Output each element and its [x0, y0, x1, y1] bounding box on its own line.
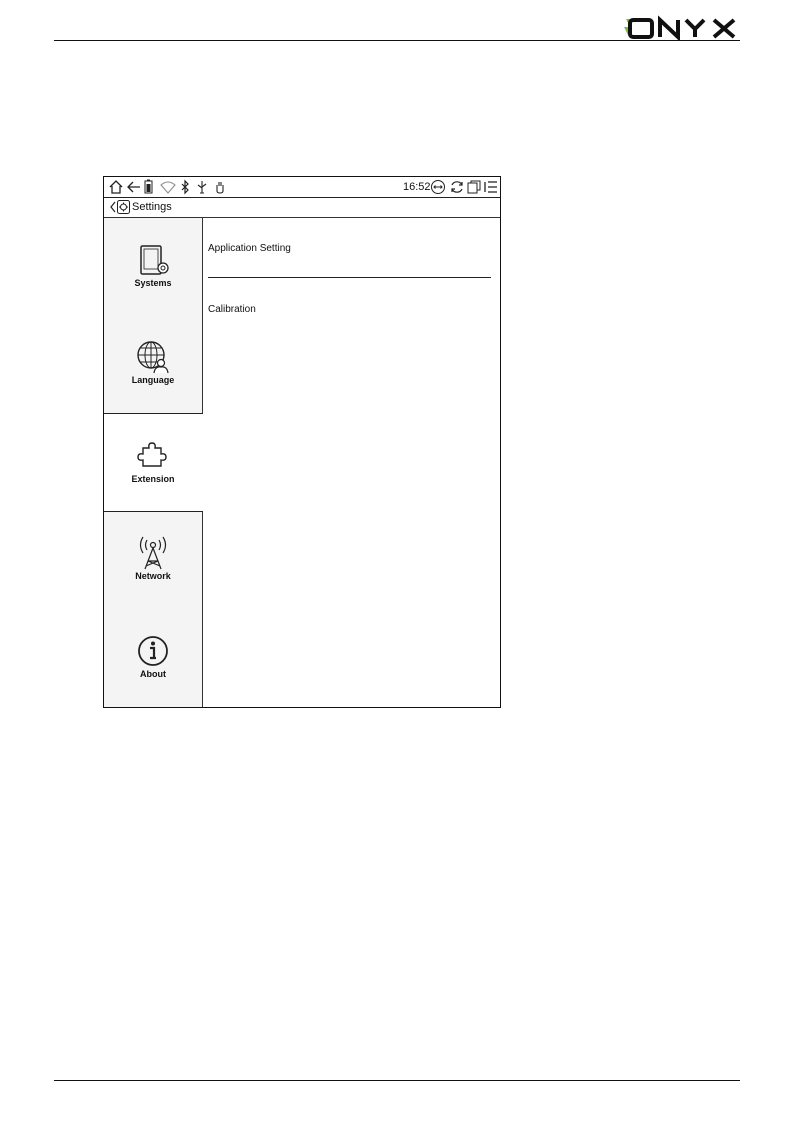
bluetooth-icon — [181, 179, 189, 195]
back-arrow-icon[interactable] — [126, 179, 142, 195]
sidebar-item-label: Extension — [131, 474, 175, 484]
extension-content: Application Setting Calibration — [203, 218, 500, 707]
sidebar-item-language[interactable]: Language — [104, 315, 202, 412]
sidebar-item-label: Network — [135, 571, 171, 581]
info-icon — [138, 636, 168, 666]
systems-icon — [140, 245, 169, 275]
header-rule — [54, 40, 740, 41]
sidebar-item-label: Language — [131, 375, 175, 385]
touch-icon — [216, 182, 224, 194]
sidebar-item-systems[interactable]: Systems — [104, 218, 202, 315]
wifi-icon — [160, 181, 176, 194]
sidebar-item-label: Systems — [134, 278, 172, 288]
device-screenshot: 16:52 Settings Systems Language Extensio… — [103, 176, 501, 708]
menu-icon[interactable] — [483, 179, 499, 195]
settings-app-icon[interactable] — [117, 200, 130, 214]
sidebar-item-network[interactable]: Network — [104, 511, 202, 608]
refresh-mode-icon[interactable] — [430, 179, 446, 195]
title-bar: Settings — [104, 197, 500, 218]
home-icon[interactable] — [108, 179, 124, 195]
application-setting-item[interactable]: Application Setting — [208, 243, 291, 254]
content-divider — [208, 277, 491, 278]
status-time: 16:52 — [403, 181, 431, 193]
battery-icon — [144, 179, 153, 194]
page-title: Settings — [132, 201, 172, 213]
sidebar-item-label: About — [140, 669, 166, 679]
multiwindow-icon[interactable] — [466, 179, 482, 195]
sync-icon[interactable] — [449, 179, 465, 195]
footer-rule — [54, 1080, 740, 1081]
sidebar-item-about[interactable]: About — [104, 609, 202, 706]
usb-icon — [197, 181, 207, 194]
calibration-item[interactable]: Calibration — [208, 304, 256, 315]
settings-sidebar: Systems Language Extension Network About — [104, 218, 203, 707]
puzzle-icon — [137, 442, 167, 467]
chevron-left-icon[interactable] — [110, 201, 116, 213]
globe-icon — [137, 341, 169, 374]
onyx-logo — [624, 15, 736, 41]
sidebar-item-extension[interactable]: Extension — [104, 413, 203, 512]
status-bar: 16:52 — [104, 177, 500, 198]
antenna-icon — [139, 536, 167, 570]
